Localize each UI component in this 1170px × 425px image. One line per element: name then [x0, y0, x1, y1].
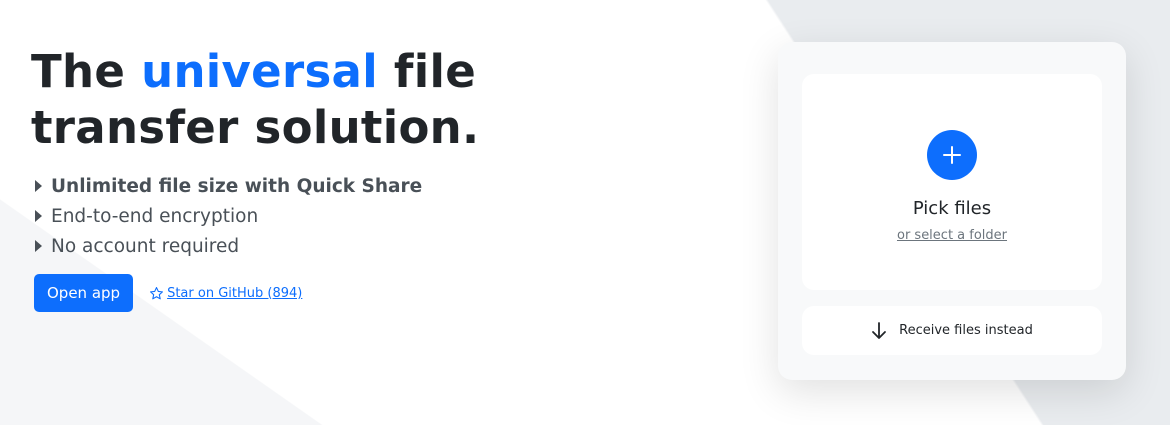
headline-accent: universal [141, 45, 378, 98]
triangle-right-icon [35, 240, 42, 252]
plus-icon [943, 146, 961, 164]
headline: The universal file transfer solution. [31, 44, 671, 156]
receive-files-label: Receive files instead [899, 323, 1033, 338]
hero-section: The universal file transfer solution. Un… [31, 44, 671, 312]
add-files-button[interactable] [927, 130, 977, 180]
pick-files-dropzone[interactable]: Pick files or select a folder [802, 74, 1102, 290]
select-folder-link[interactable]: or select a folder [897, 228, 1007, 243]
pick-files-title: Pick files [912, 198, 992, 219]
feature-item: End-to-end encryption [31, 201, 671, 231]
triangle-right-icon [35, 180, 42, 192]
feature-label: End-to-end encryption [51, 205, 259, 227]
arrow-down-icon [872, 321, 887, 339]
hero-actions: Open app Star on GitHub (894) [34, 274, 671, 312]
feature-item: No account required [31, 231, 671, 261]
star-on-github-link[interactable]: Star on GitHub (894) [149, 286, 302, 301]
star-link-label: Star on GitHub (894) [167, 285, 303, 301]
receive-files-button[interactable]: Receive files instead [802, 306, 1102, 355]
feature-item: Unlimited file size with Quick Share [31, 171, 671, 201]
headline-prefix: The [31, 45, 142, 98]
star-outline-icon [150, 286, 164, 299]
feature-label: Unlimited file size with Quick Share [51, 175, 423, 197]
feature-list: Unlimited file size with Quick Share End… [31, 171, 671, 261]
transfer-card: Pick files or select a folder Receive fi… [778, 42, 1126, 380]
open-app-button[interactable]: Open app [34, 274, 134, 312]
triangle-right-icon [35, 210, 42, 222]
feature-label: No account required [51, 235, 240, 257]
